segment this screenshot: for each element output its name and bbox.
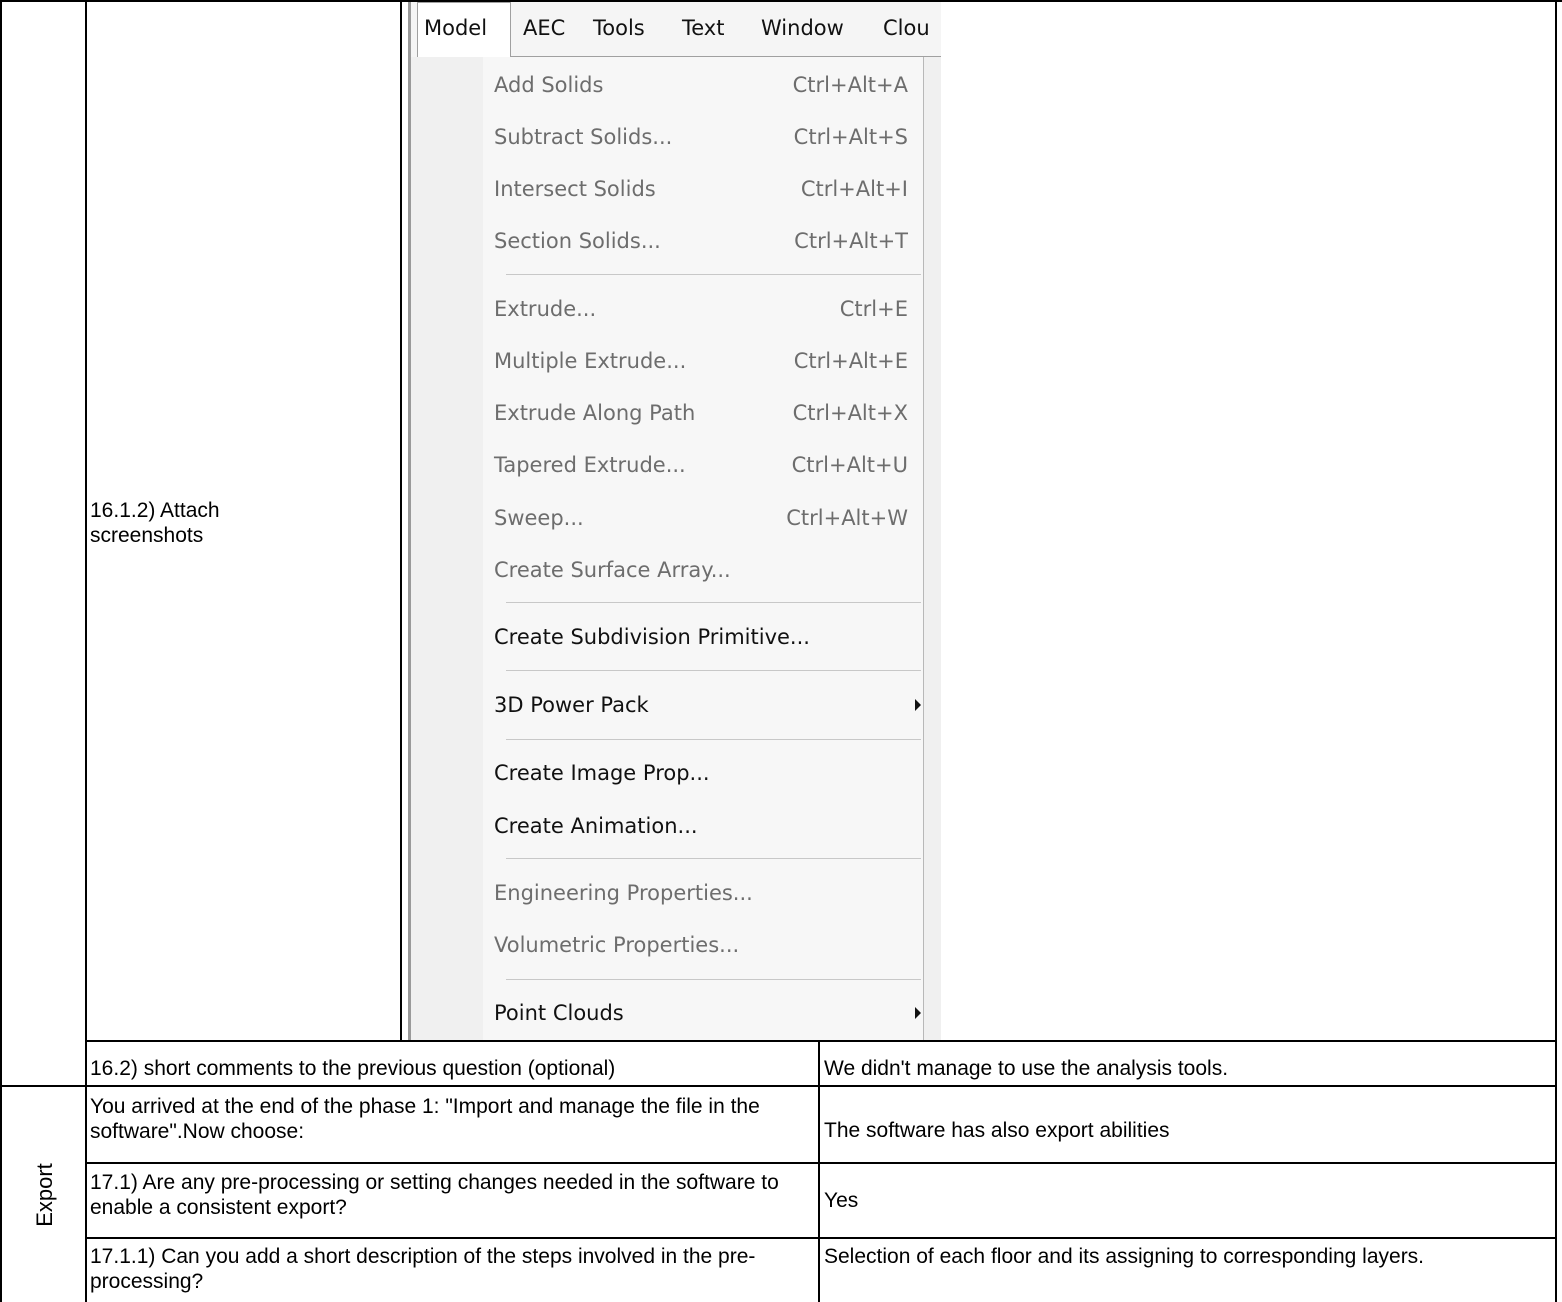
menu-bar: Model AEC Tools Text Window Clou xyxy=(411,2,941,59)
menu-item-create-surface-array[interactable]: Create Surface Array... xyxy=(494,558,731,582)
section-col-divider xyxy=(85,0,87,1302)
comments-answer: We didn't manage to use the analysis too… xyxy=(824,1057,1229,1080)
menu-separator xyxy=(506,670,921,671)
menu-separator xyxy=(506,858,921,859)
menu-separator xyxy=(506,274,921,275)
row-divider-4 xyxy=(86,1237,1557,1239)
menu-item-intersect-solids[interactable]: Intersect Solids xyxy=(494,177,656,201)
attach-col-divider xyxy=(400,0,402,1042)
dropdown-icon-gutter xyxy=(411,57,483,1040)
table-border-left xyxy=(0,0,2,1302)
shortcut-sweep: Ctrl+Alt+W xyxy=(786,506,908,530)
menu-item-extrude-along-path[interactable]: Extrude Along Path xyxy=(494,401,695,425)
steps-answer: Selection of each floor and its assignin… xyxy=(824,1245,1425,1268)
menu-screenshot: Model AEC Tools Text Window Clou Add Sol… xyxy=(408,2,941,1040)
answer-col-divider xyxy=(818,1041,820,1302)
menu-item-subtract-solids[interactable]: Subtract Solids... xyxy=(494,125,672,149)
menu-item-point-clouds[interactable]: Point Clouds xyxy=(494,1001,624,1025)
row-divider-2 xyxy=(0,1085,1557,1087)
shortcut-add-solids: Ctrl+Alt+A xyxy=(792,73,908,97)
menu-item-section-solids[interactable]: Section Solids... xyxy=(494,229,661,253)
menu-item-create-image-prop[interactable]: Create Image Prop... xyxy=(494,761,710,785)
menu-cloud[interactable]: Clou xyxy=(883,16,930,40)
menu-item-create-animation[interactable]: Create Animation... xyxy=(494,814,698,838)
shortcut-subtract-solids: Ctrl+Alt+S xyxy=(793,125,908,149)
preprocessing-answer: Yes xyxy=(824,1189,859,1212)
menu-item-3d-power-pack[interactable]: 3D Power Pack xyxy=(494,693,649,717)
comments-question: 16.2) short comments to the previous que… xyxy=(90,1057,616,1080)
menu-item-engineering-properties[interactable]: Engineering Properties... xyxy=(494,881,753,905)
row-divider-1 xyxy=(86,1040,1557,1042)
menu-tools[interactable]: Tools xyxy=(593,16,645,40)
menu-item-create-subdivision-primitive[interactable]: Create Subdivision Primitive... xyxy=(494,625,810,649)
menu-separator xyxy=(506,979,921,980)
submenu-arrow-icon xyxy=(915,699,921,711)
preprocessing-question: 17.1) Are any pre-processing or setting … xyxy=(90,1171,779,1219)
end-phase-question: You arrived at the end of the phase 1: "… xyxy=(90,1095,760,1143)
menu-item-multiple-extrude[interactable]: Multiple Extrude... xyxy=(494,349,686,373)
menu-model[interactable]: Model xyxy=(424,16,487,40)
menu-item-tapered-extrude[interactable]: Tapered Extrude... xyxy=(494,453,686,477)
menu-item-extrude[interactable]: Extrude... xyxy=(494,297,596,321)
shortcut-intersect-solids: Ctrl+Alt+I xyxy=(800,177,908,201)
attach-screenshots-label: 16.1.2) Attach screenshots xyxy=(90,499,220,547)
shortcut-multiple-extrude: Ctrl+Alt+E xyxy=(793,349,908,373)
table-border-right xyxy=(1555,0,1557,1302)
menu-aec[interactable]: AEC xyxy=(523,16,565,40)
menu-separator xyxy=(506,739,921,740)
menu-text[interactable]: Text xyxy=(682,16,724,40)
export-section-label: Export xyxy=(32,1163,57,1227)
menu-item-add-solids[interactable]: Add Solids xyxy=(494,73,603,97)
submenu-arrow-icon xyxy=(915,1007,921,1019)
shortcut-extrude: Ctrl+E xyxy=(839,297,908,321)
row-divider-3 xyxy=(86,1162,1557,1164)
menu-item-sweep[interactable]: Sweep... xyxy=(494,506,584,530)
shortcut-tapered-extrude: Ctrl+Alt+U xyxy=(791,453,908,477)
steps-question: 17.1.1) Can you add a short description … xyxy=(90,1245,756,1293)
shortcut-section-solids: Ctrl+Alt+T xyxy=(794,229,908,253)
shortcut-extrude-along-path: Ctrl+Alt+X xyxy=(792,401,908,425)
menu-separator xyxy=(506,602,921,603)
end-phase-answer: The software has also export abilities xyxy=(824,1119,1170,1142)
menu-window[interactable]: Window xyxy=(761,16,844,40)
menu-item-volumetric-properties[interactable]: Volumetric Properties... xyxy=(494,933,739,957)
